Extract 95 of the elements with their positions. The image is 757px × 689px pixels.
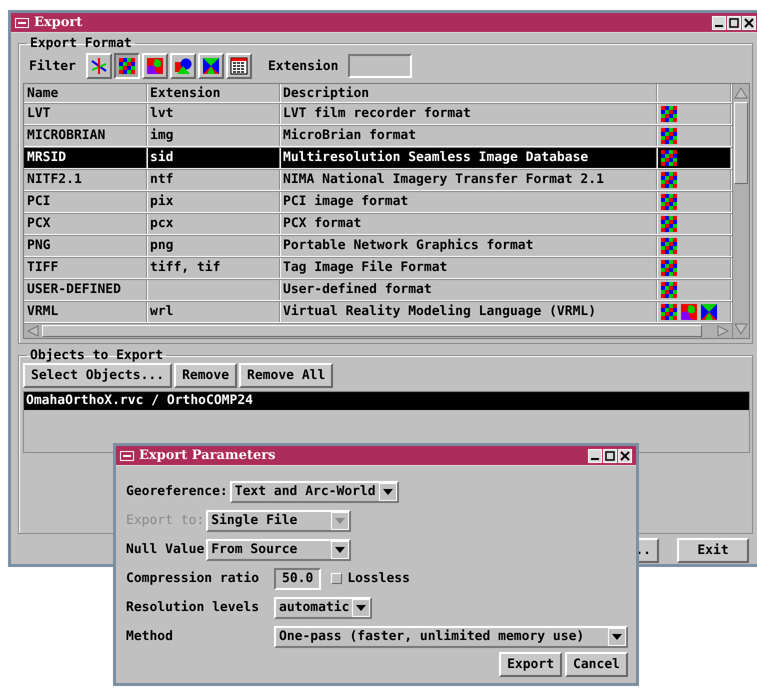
table-cell: MRSID [24,148,147,168]
table-cell: Virtual Reality Modeling Language (VRML) [280,302,657,322]
dialog-button[interactable]: Export [499,652,562,677]
swirl-icon [680,303,698,321]
checker-icon [118,57,136,75]
table-cell: sid [147,148,280,168]
table-cell: png [147,236,280,256]
checker-icon [660,303,678,321]
checker-icon [660,281,678,299]
table-row[interactable]: NITF2.1 ntf NIMA National Imagery Transfer Format 2.1 [24,170,732,191]
table-row[interactable]: LVT lvt LVT film recorder format [24,104,732,125]
checkbox[interactable] [331,573,342,584]
table-cell: User-defined format [280,280,657,300]
table-row[interactable]: USER-DEFINED User-defined format [24,280,732,301]
column-header[interactable]: Extension [147,84,280,102]
table-cell: USER-DEFINED [24,280,147,300]
maximize-icon[interactable] [603,448,617,462]
object-button[interactable]: Remove All [239,363,334,388]
dropdown[interactable]: One-pass (faster, unlimited memory use) [274,626,628,648]
object-list-item[interactable]: OmahaOrthoX.rvc / OrthoCOMP24 [24,392,749,410]
table-cell: VRML [24,302,147,322]
checker-icon [660,149,678,167]
window-menu-icon[interactable] [120,450,134,460]
table-cell: PCX format [280,214,657,234]
field-label: Compression ratio [126,571,260,586]
table-cell: PNG [24,236,147,256]
window-menu-icon[interactable] [15,18,29,28]
filter-toggle[interactable] [114,53,140,79]
column-header[interactable]: Name [24,84,147,102]
table-row[interactable]: MICROBRIAN img MicroBrian format [24,126,732,147]
table-cell: NITF2.1 [24,170,147,190]
column-header[interactable]: Description [280,84,657,102]
field-label: Method [126,629,174,644]
table-cell: NIMA National Imagery Transfer Format 2.1 [280,170,657,190]
table-cell: PCI [24,192,147,212]
table-cell: img [147,126,280,146]
table-cell: PCX [24,214,147,234]
extension-label: Extension [268,58,338,74]
minimize-icon[interactable] [712,16,726,30]
table-cell: pix [147,192,280,212]
dialog-button[interactable]: Exit [677,538,749,563]
window-title: Export [34,15,84,30]
table-row[interactable]: PNG png Portable Network Graphics format [24,236,732,257]
table-row[interactable]: VRML wrl Virtual Reality Modeling Language (VRML) [24,302,732,323]
table-cell: Multiresolution Seamless Image Database [280,148,657,168]
table-cell: TIFF [24,258,147,278]
field-label: Null Value [126,542,204,557]
dialog-button[interactable]: Cancel [565,652,628,677]
extension-field[interactable] [348,54,412,78]
triangles-icon [202,57,220,75]
checker-icon [660,193,678,211]
dropdown[interactable]: From Source [206,538,352,560]
dropdown[interactable]: Text and Arc-World [230,480,399,502]
table-cell: tiff, tif [147,258,280,278]
checker-icon [660,237,678,255]
table-cell: lvt [147,104,280,124]
shapes-icon [174,57,192,75]
table-row[interactable]: MRSID sid Multiresolution Seamless Image Database [24,148,732,169]
table-cell: PCI image format [280,192,657,212]
field-label: Georeference: [126,484,228,499]
number-field[interactable]: 50.0 [274,568,322,590]
table-cell: Tag Image File Format [280,258,657,278]
close-icon[interactable] [742,16,756,30]
table-cell: pcx [147,214,280,234]
dropdown[interactable]: automatic [274,596,372,618]
checker-icon [660,215,678,233]
table-cell: Portable Network Graphics format [280,236,657,256]
checker-icon [660,105,678,123]
checkbox-label: Lossless [347,571,410,586]
table-row[interactable]: TIFF tiff, tif Tag Image File Format [24,258,732,279]
table-cell: LVT film recorder format [280,104,657,124]
table-cell: wrl [147,302,280,322]
object-button[interactable]: Remove [174,363,238,388]
dialog-title: Export Parameters [139,448,276,463]
table-cell: ntf [147,170,280,190]
checker-icon [660,259,678,277]
table-icon [230,57,248,75]
minimize-icon[interactable] [588,448,602,462]
table-cell: MICROBRIAN [24,126,147,146]
checker-icon [660,171,678,189]
table-cell: MicroBrian format [280,126,657,146]
crossed-lines-icon [90,57,108,75]
object-button[interactable]: Select Objects... [23,363,172,388]
field-label: Resolution levels [126,600,260,615]
triangles-icon [700,303,718,321]
table-row[interactable]: PCX pcx PCX format [24,214,732,235]
swirl-icon [146,57,164,75]
group-label: Export Format [29,36,133,51]
filter-label: Filter [29,58,76,74]
maximize-icon[interactable] [727,16,741,30]
table-cell: LVT [24,104,147,124]
checker-icon [660,127,678,145]
table-row[interactable]: PCI pix PCI image format [24,192,732,213]
group-label: Objects to Export [29,348,164,363]
close-icon[interactable] [618,448,632,462]
